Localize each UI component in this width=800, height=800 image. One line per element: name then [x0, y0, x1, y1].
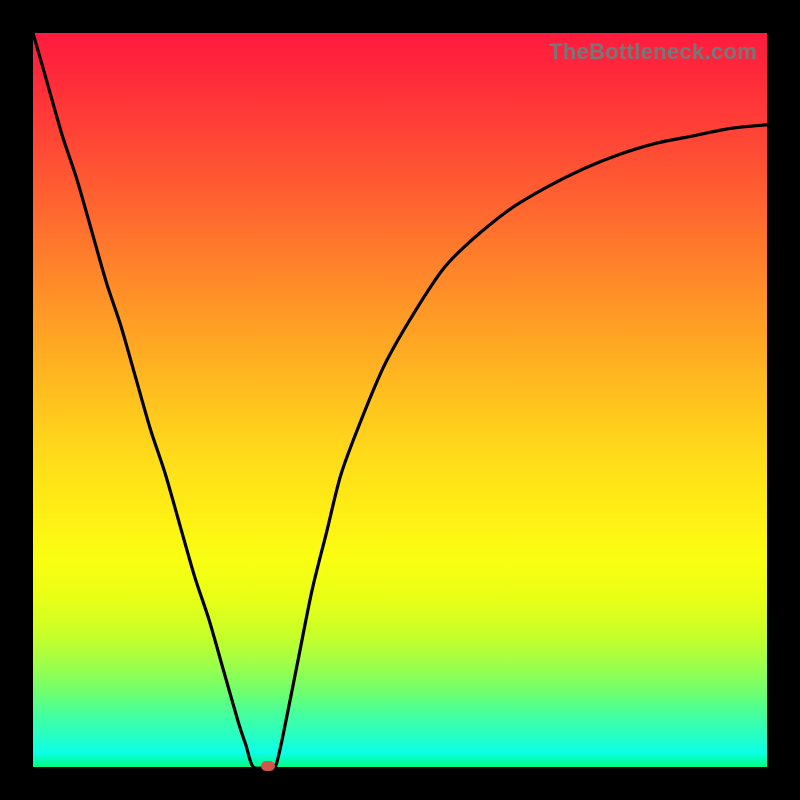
optimum-marker	[261, 761, 275, 771]
plot-area: TheBottleneck.com	[33, 33, 767, 767]
bottleneck-curve	[33, 33, 767, 767]
chart-frame: TheBottleneck.com	[0, 0, 800, 800]
